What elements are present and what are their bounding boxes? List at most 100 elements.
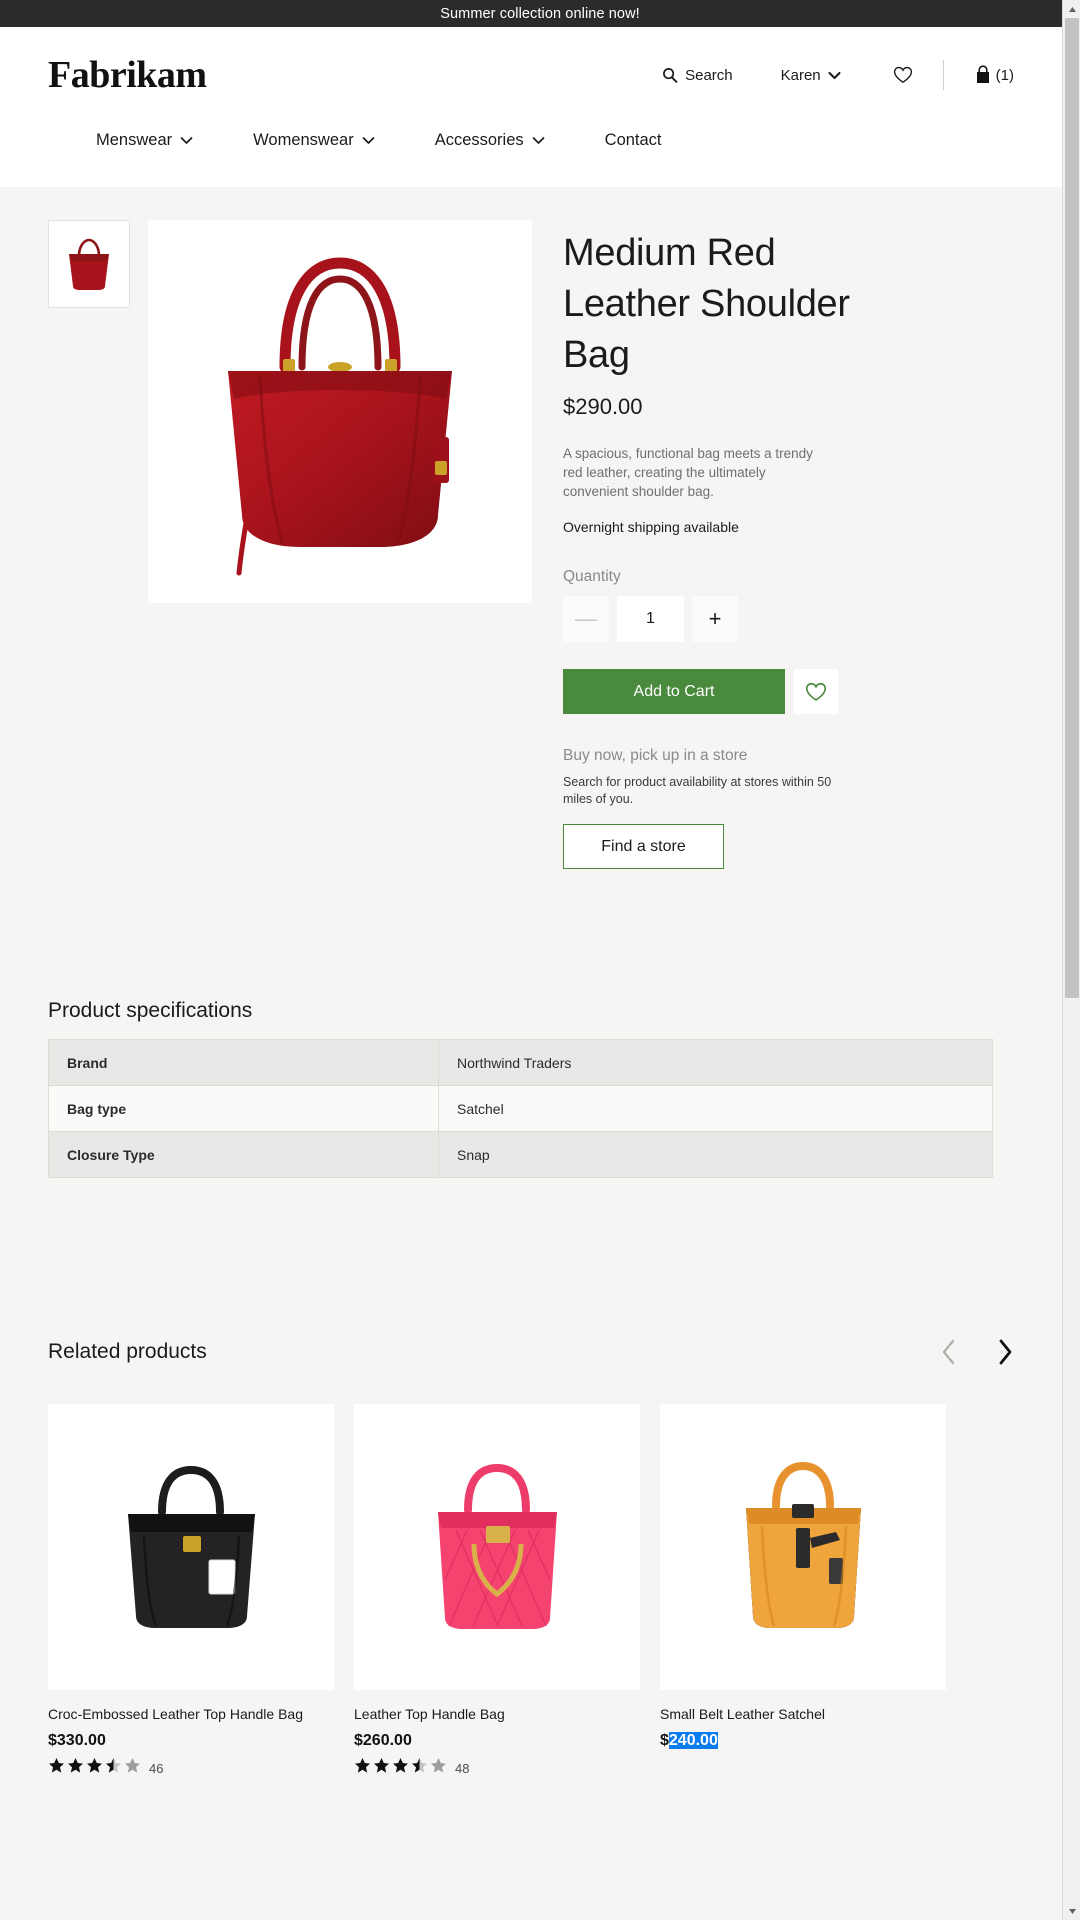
spec-key: Closure Type bbox=[48, 1131, 439, 1178]
product-card-image[interactable] bbox=[354, 1404, 640, 1690]
thumbnail-list bbox=[48, 220, 130, 869]
quantity-label: Quantity bbox=[563, 568, 621, 585]
account-menu[interactable]: Karen bbox=[781, 67, 841, 84]
carousel-nav bbox=[940, 1338, 1014, 1366]
main-content: Medium Red Leather Shoulder Bag $290.00 … bbox=[0, 187, 1062, 1779]
list-item[interactable]: Croc-Embossed Leather Top Handle Bag $33… bbox=[48, 1404, 334, 1779]
product-details: Medium Red Leather Shoulder Bag $290.00 … bbox=[563, 220, 875, 869]
announcement-bar: Summer collection online now! bbox=[0, 0, 1080, 27]
star-empty-icon bbox=[124, 1757, 141, 1779]
heart-outline-icon bbox=[893, 66, 913, 84]
specifications-table: Brand Northwind Traders Bag type Satchel… bbox=[48, 1039, 993, 1178]
pickup-description: Search for product availability at store… bbox=[563, 775, 832, 806]
chevron-down-icon bbox=[362, 136, 375, 145]
list-item[interactable]: Small Belt Leather Satchel $240.00 bbox=[660, 1404, 946, 1779]
related-products-header: Related products bbox=[48, 1338, 1014, 1366]
star-icon bbox=[48, 1757, 65, 1779]
star-half-icon bbox=[105, 1757, 122, 1779]
related-products-title: Related products bbox=[48, 1340, 207, 1363]
scroll-down-button[interactable] bbox=[1063, 1902, 1080, 1920]
nav-label: Menswear bbox=[96, 131, 173, 149]
spec-value: Snap bbox=[438, 1131, 993, 1178]
spec-key: Bag type bbox=[48, 1085, 439, 1132]
rating: 48 bbox=[354, 1757, 640, 1779]
spec-value: Northwind Traders bbox=[438, 1039, 993, 1086]
header-actions: Search Karen (1) bbox=[662, 60, 1014, 90]
table-row: Bag type Satchel bbox=[48, 1085, 993, 1132]
product-card-name: Small Belt Leather Satchel bbox=[660, 1706, 825, 1722]
spec-value: Satchel bbox=[438, 1085, 993, 1132]
star-icon bbox=[86, 1757, 103, 1779]
nav-label: Womenswear bbox=[253, 131, 354, 149]
find-a-store-button[interactable]: Find a store bbox=[563, 824, 724, 869]
carousel-next-button[interactable] bbox=[996, 1338, 1014, 1366]
review-count: 48 bbox=[455, 1760, 470, 1776]
star-icon bbox=[354, 1757, 371, 1779]
shopping-bag-icon bbox=[974, 65, 992, 85]
search-button[interactable]: Search bbox=[662, 67, 733, 84]
product-card-image[interactable] bbox=[660, 1404, 946, 1690]
pickup-title: Buy now, pick up in a store bbox=[563, 747, 748, 764]
nav-label: Accessories bbox=[434, 131, 524, 149]
site-logo[interactable]: Fabrikam bbox=[48, 53, 207, 97]
product-card-image[interactable] bbox=[48, 1404, 334, 1690]
nav-item-contact[interactable]: Contact bbox=[605, 131, 662, 150]
nav-item-womenswear[interactable]: Womenswear bbox=[253, 131, 375, 150]
specifications-title: Product specifications bbox=[48, 999, 253, 1022]
page-content: Summer collection online now! Fabrikam S… bbox=[0, 0, 1080, 1779]
price-selected-text[interactable]: 240.00 bbox=[668, 1732, 718, 1749]
chevron-right-icon bbox=[996, 1338, 1014, 1366]
chevron-down-icon bbox=[532, 136, 545, 145]
page-scrollbar[interactable] bbox=[1062, 0, 1080, 1920]
table-row: Brand Northwind Traders bbox=[48, 1039, 993, 1086]
chevron-down-icon bbox=[180, 136, 193, 145]
table-row: Closure Type Snap bbox=[48, 1131, 993, 1178]
specifications-section: Product specifications Brand Northwind T… bbox=[48, 999, 1014, 1178]
heart-outline-icon bbox=[805, 682, 827, 702]
search-icon bbox=[662, 67, 678, 83]
product-section: Medium Red Leather Shoulder Bag $290.00 … bbox=[48, 187, 1014, 869]
add-to-cart-button[interactable]: Add to Cart bbox=[563, 669, 785, 714]
browser-viewport: Summer collection online now! Fabrikam S… bbox=[0, 0, 1080, 1920]
add-to-wishlist-button[interactable] bbox=[794, 669, 838, 714]
wishlist-button[interactable] bbox=[893, 66, 913, 84]
product-card-name: Croc-Embossed Leather Top Handle Bag bbox=[48, 1706, 304, 1722]
related-products-list: Croc-Embossed Leather Top Handle Bag $33… bbox=[48, 1404, 1014, 1779]
star-icon bbox=[373, 1757, 390, 1779]
search-label: Search bbox=[685, 66, 733, 84]
chevron-left-icon bbox=[940, 1338, 958, 1366]
quantity-input[interactable] bbox=[617, 596, 684, 642]
product-card-price: $330.00 bbox=[48, 1732, 106, 1749]
cart-button[interactable]: (1) bbox=[974, 65, 1014, 85]
quantity-decrease-button[interactable]: — bbox=[563, 596, 609, 642]
product-price: $290.00 bbox=[563, 394, 643, 419]
product-hero-image[interactable] bbox=[148, 220, 532, 603]
list-item[interactable]: Leather Top Handle Bag $260.00 48 bbox=[354, 1404, 640, 1779]
rating: 46 bbox=[48, 1757, 334, 1779]
shipping-note: Overnight shipping available bbox=[563, 519, 739, 535]
star-icon bbox=[67, 1757, 84, 1779]
star-empty-icon bbox=[430, 1757, 447, 1779]
chevron-down-icon bbox=[828, 71, 841, 80]
star-icon bbox=[392, 1757, 409, 1779]
header-top-row: Fabrikam Search Karen (1) bbox=[48, 27, 1014, 123]
product-card-price: $260.00 bbox=[354, 1732, 412, 1749]
product-card-price: $240.00 bbox=[660, 1732, 946, 1750]
product-description: A spacious, functional bag meets a trend… bbox=[563, 446, 813, 499]
scrollbar-thumb[interactable] bbox=[1065, 18, 1079, 998]
scroll-up-button[interactable] bbox=[1063, 0, 1080, 18]
header-divider bbox=[942, 60, 944, 90]
main-nav: Menswear Womenswear Accessories Contact bbox=[48, 123, 1014, 187]
price-prefix: $ bbox=[660, 1732, 669, 1749]
thumbnail-image-1[interactable] bbox=[48, 220, 130, 308]
account-label: Karen bbox=[780, 66, 821, 84]
product-title: Medium Red Leather Shoulder Bag bbox=[563, 232, 850, 376]
nav-item-menswear[interactable]: Menswear bbox=[96, 131, 193, 150]
carousel-prev-button[interactable] bbox=[940, 1338, 958, 1366]
nav-label: Contact bbox=[604, 131, 662, 149]
purchase-actions: Add to Cart bbox=[563, 669, 875, 714]
nav-item-accessories[interactable]: Accessories bbox=[435, 131, 545, 150]
site-header: Fabrikam Search Karen (1) Menswear Women… bbox=[0, 27, 1062, 187]
quantity-increase-button[interactable]: + bbox=[692, 596, 738, 642]
cart-count: (1) bbox=[995, 66, 1014, 84]
